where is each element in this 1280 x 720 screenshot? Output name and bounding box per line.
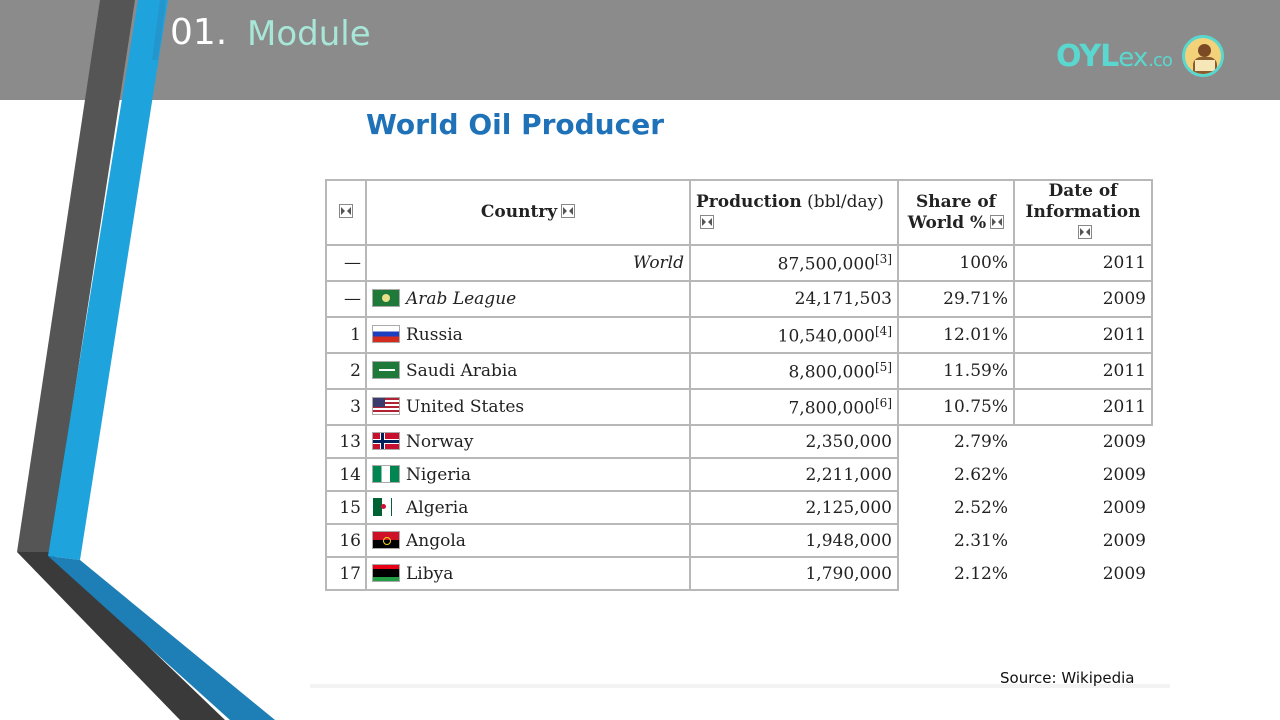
production-cell: 1,790,000 — [689, 556, 899, 591]
share-cell: 2.12% — [953, 563, 1008, 584]
production-cell: 2,350,000 — [689, 424, 899, 459]
rank-cell: — — [325, 244, 367, 282]
oil-producers-table: Country Production (bbl/day) Share of Wor… — [325, 179, 1153, 591]
country-cell[interactable]: Algeria — [365, 490, 691, 525]
date-cell: 2011 — [1013, 352, 1153, 390]
production-cell: 8,800,000[5] — [689, 352, 899, 390]
production-cell: 24,171,503 — [689, 280, 899, 318]
country-cell[interactable]: Saudi Arabia — [365, 352, 691, 390]
table-row: 13 Norway 2,350,000 2.79% 2009 — [325, 424, 1152, 459]
table-row: — World 87,500,000[3] 100% 2011 — [325, 244, 1153, 282]
table-row: 3 United States 7,800,000[6] 10.75% 2011 — [325, 388, 1153, 426]
module-number: 01. — [170, 12, 228, 53]
module-name: Module — [247, 14, 371, 54]
country-cell[interactable]: Russia — [365, 316, 691, 354]
country-header[interactable]: Country — [365, 179, 691, 246]
rank-cell: 13 — [325, 424, 367, 459]
angola-flag-icon — [372, 530, 400, 549]
date-cell: 2009 — [1102, 563, 1146, 584]
production-cell: 1,948,000 — [689, 523, 899, 558]
reader-avatar-icon — [1181, 35, 1224, 77]
algeria-flag-icon — [372, 497, 392, 516]
united-states-flag-icon — [372, 397, 400, 415]
date-cell: 2009 — [1102, 530, 1146, 551]
rank-cell: 16 — [325, 523, 367, 558]
table-row: 2 Saudi Arabia 8,800,000[5] 11.59% 2011 — [325, 352, 1153, 390]
production-cell: 2,211,000 — [689, 457, 899, 492]
share-cell: 2.52% — [953, 497, 1008, 518]
slide-title: World Oil Producer — [366, 108, 665, 141]
rank-cell: 15 — [325, 490, 367, 525]
libya-flag-icon — [372, 563, 400, 582]
russia-flag-icon — [372, 325, 400, 343]
table-row: 17 Libya 1,790,000 2.12% 2009 — [325, 556, 1152, 591]
share-cell: 12.01% — [897, 316, 1015, 354]
table-row: 14 Nigeria 2,211,000 2.62% 2009 — [325, 457, 1152, 492]
share-cell: 11.59% — [897, 352, 1015, 390]
sort-icon[interactable] — [990, 214, 1005, 229]
rank-cell: 1 — [325, 316, 367, 354]
share-cell: 2.79% — [953, 431, 1008, 452]
table-row: 15 Algeria 2,125,000 2.52% 2009 — [325, 490, 1152, 525]
date-cell: 2011 — [1013, 316, 1153, 354]
production-cell: 7,800,000[6] — [689, 388, 899, 426]
share-cell: 29.71% — [897, 280, 1015, 318]
country-cell[interactable]: Nigeria — [365, 457, 691, 492]
table-row: 16 Angola 1,948,000 2.31% 2009 — [325, 523, 1152, 558]
production-cell: 2,125,000 — [689, 490, 899, 525]
date-cell: 2009 — [1102, 464, 1146, 485]
date-cell: 2011 — [1013, 244, 1153, 282]
saudi-arabia-flag-icon — [372, 361, 400, 379]
share-cell: 2.62% — [953, 464, 1008, 485]
date-cell: 2009 — [1102, 497, 1146, 518]
nigeria-flag-icon — [372, 464, 400, 483]
share-cell: 2.31% — [953, 530, 1008, 551]
sort-icon[interactable] — [561, 204, 576, 218]
sort-icon[interactable] — [700, 214, 714, 229]
rank-header[interactable] — [325, 179, 367, 246]
sort-icon[interactable] — [1078, 225, 1092, 239]
rank-cell: 17 — [325, 556, 367, 591]
share-header[interactable]: Share of World % — [897, 179, 1015, 246]
arab-league-flag-icon — [372, 289, 400, 307]
date-cell: 2009 — [1013, 280, 1153, 318]
production-cell: 87,500,000[3] — [689, 244, 899, 282]
sort-icon[interactable] — [339, 204, 353, 218]
norway-flag-icon — [372, 431, 400, 450]
production-header[interactable]: Production (bbl/day) — [689, 179, 899, 246]
country-cell[interactable]: Norway — [365, 424, 691, 459]
country-cell[interactable]: Arab League — [365, 280, 691, 318]
date-cell: 2011 — [1013, 388, 1153, 426]
table-row: — Arab League 24,171,503 29.71% 2009 — [325, 280, 1153, 318]
country-cell[interactable]: Angola — [365, 523, 691, 558]
table-row: 1 Russia 10,540,000[4] 12.01% 2011 — [325, 316, 1153, 354]
brand-logo: OYLex.co — [1056, 34, 1224, 78]
share-cell: 100% — [897, 244, 1015, 282]
rank-cell: 14 — [325, 457, 367, 492]
date-cell: 2009 — [1102, 431, 1146, 452]
share-cell: 10.75% — [897, 388, 1015, 426]
production-cell: 10,540,000[4] — [689, 316, 899, 354]
country-cell[interactable]: World — [365, 244, 691, 282]
rank-cell: — — [325, 280, 367, 318]
logo-wordmark: OYLex.co — [1056, 38, 1173, 74]
source-note: Source: Wikipedia — [1000, 669, 1135, 687]
rank-cell: 3 — [325, 388, 367, 426]
country-cell[interactable]: United States — [365, 388, 691, 426]
country-cell[interactable]: Libya — [365, 556, 691, 591]
rank-cell: 2 — [325, 352, 367, 390]
date-header[interactable]: Date of Information — [1013, 179, 1153, 246]
